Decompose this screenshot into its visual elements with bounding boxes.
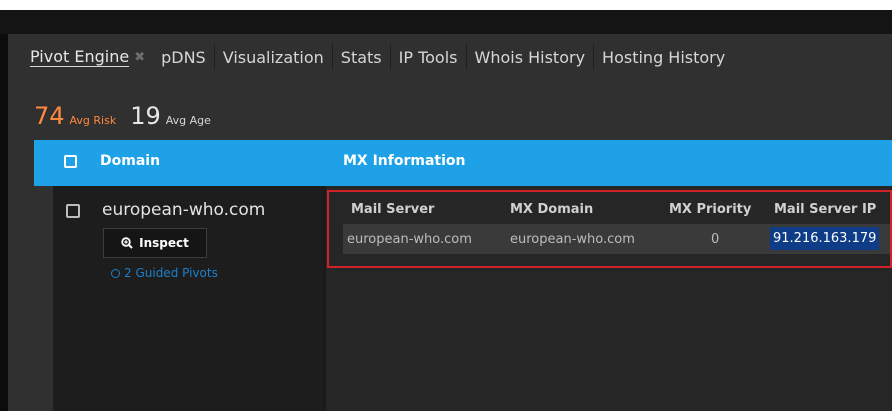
avg-age-label: Avg Age bbox=[165, 114, 211, 127]
tab-ip-tools[interactable]: IP Tools bbox=[391, 40, 466, 74]
tab-stats[interactable]: Stats bbox=[333, 40, 390, 74]
tab-whois-history[interactable]: Whois History bbox=[467, 40, 594, 74]
avg-risk-stat: 74 Avg Risk bbox=[34, 104, 116, 128]
tab-label: Stats bbox=[340, 47, 382, 67]
avg-risk-label: Avg Risk bbox=[69, 114, 117, 127]
select-all-checkbox[interactable] bbox=[64, 155, 77, 168]
guided-pivots-label: 2 Guided Pivots bbox=[124, 266, 218, 280]
toolbar-strip bbox=[0, 10, 892, 34]
tab-label: pDNS bbox=[161, 47, 206, 67]
tab-visualization[interactable]: Visualization bbox=[215, 40, 332, 74]
avg-age-stat: 19 Avg Age bbox=[130, 104, 211, 128]
close-icon[interactable]: ✖ bbox=[134, 50, 145, 65]
tab-pdns[interactable]: pDNS bbox=[153, 40, 214, 74]
tab-label: Hosting History bbox=[602, 47, 726, 67]
column-header-domain[interactable]: Domain bbox=[100, 153, 160, 169]
tab-label: Visualization bbox=[222, 47, 324, 67]
guided-pivots-link[interactable]: 2 Guided Pivots bbox=[111, 266, 218, 280]
avg-age-value: 19 bbox=[130, 102, 161, 130]
tab-label: Pivot Engine bbox=[30, 47, 130, 67]
magnifier-plus-icon bbox=[121, 237, 133, 249]
domain-name[interactable]: european-who.com bbox=[102, 200, 265, 220]
tab-hosting-history[interactable]: Hosting History bbox=[594, 40, 733, 74]
tab-pivot-engine[interactable]: Pivot Engine ✖ bbox=[18, 40, 153, 74]
tab-label: IP Tools bbox=[398, 47, 458, 67]
highlight-box bbox=[327, 190, 892, 268]
pivot-icon bbox=[111, 268, 120, 278]
left-edge bbox=[0, 34, 8, 411]
row-checkbox[interactable] bbox=[66, 204, 80, 218]
tab-bar: Pivot Engine ✖ pDNS Visualization Stats … bbox=[18, 40, 733, 74]
summary-stats: 74 Avg Risk 19 Avg Age bbox=[34, 104, 211, 128]
avg-risk-value: 74 bbox=[34, 102, 65, 130]
inspect-label: Inspect bbox=[139, 236, 189, 250]
inspect-button[interactable]: Inspect bbox=[103, 228, 207, 258]
browser-top-strip bbox=[0, 0, 892, 10]
tab-label: Whois History bbox=[474, 47, 586, 67]
table-header: Domain MX Information bbox=[34, 140, 892, 186]
column-header-mx-information[interactable]: MX Information bbox=[343, 153, 466, 169]
